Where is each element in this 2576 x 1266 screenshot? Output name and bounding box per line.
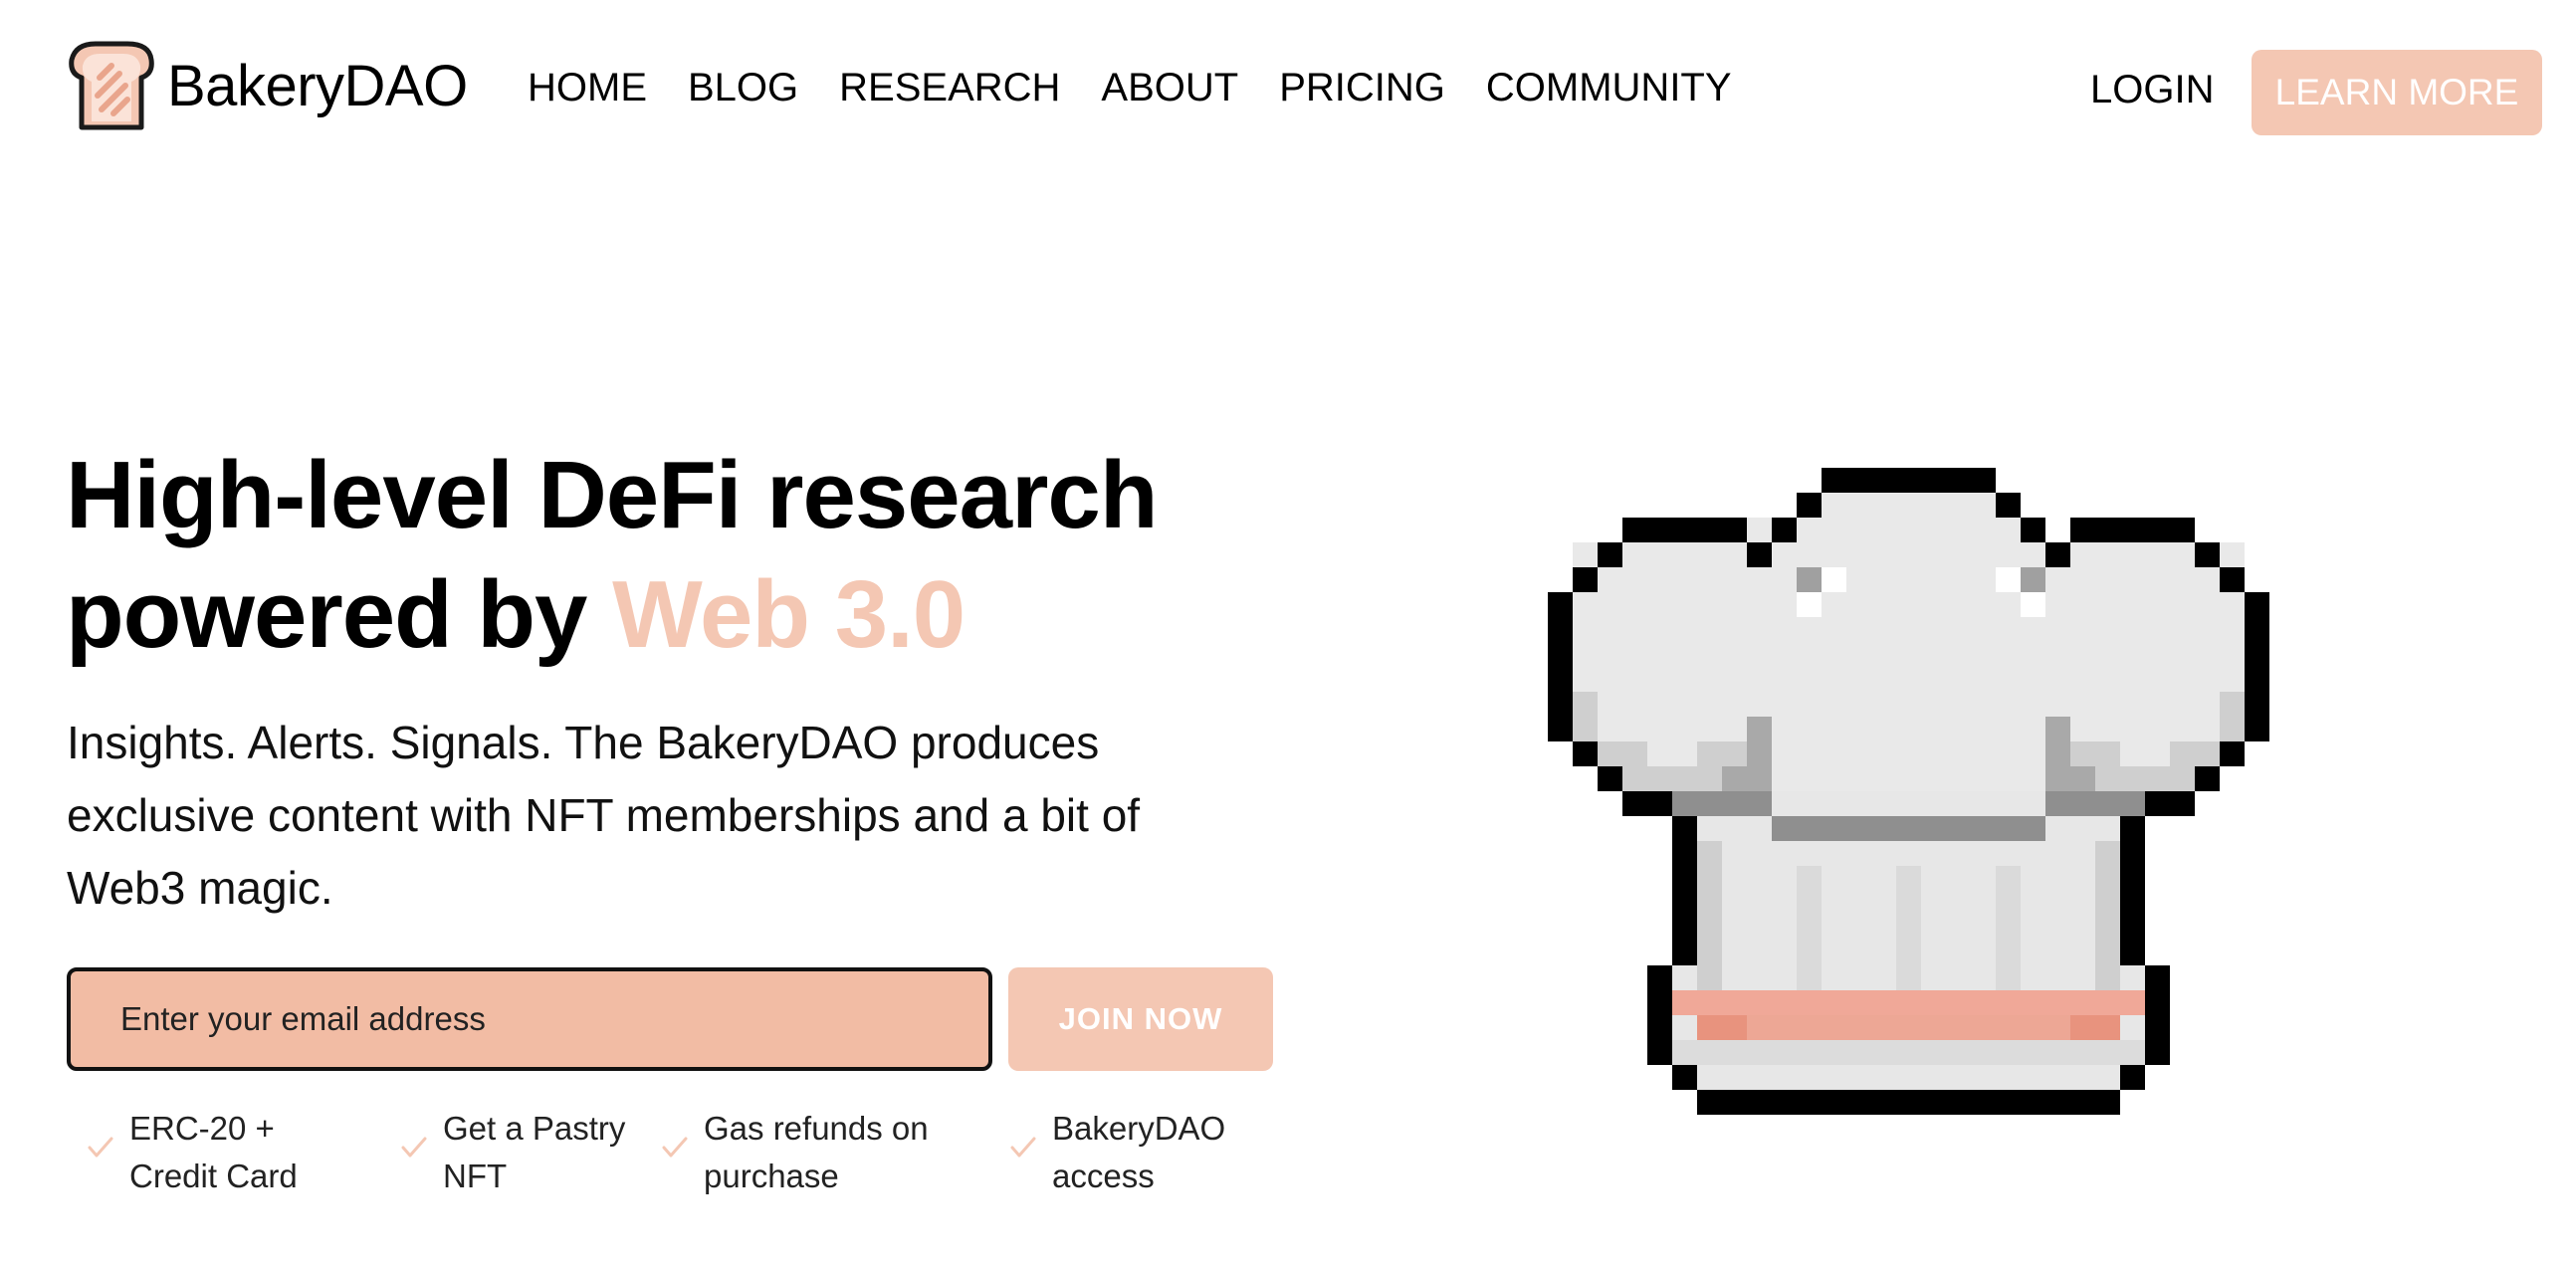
hero-subtitle: Insights. Alerts. Signals. The BakeryDAO… [67, 717, 1141, 914]
headline-line2: powered by [66, 561, 613, 668]
headline-line1: High-level DeFi research [66, 442, 1158, 548]
brand-name: BakeryDAO [167, 53, 468, 118]
nav-about[interactable]: ABOUT [1101, 66, 1238, 110]
check-icon [401, 1137, 427, 1158]
check-icon [88, 1137, 113, 1158]
brand-logo[interactable]: BakeryDAO [68, 38, 468, 133]
nav-research[interactable]: RESEARCH [839, 66, 1060, 110]
feature-label: BakeryDAO access [1052, 1110, 1226, 1194]
hat-top [1548, 468, 2269, 816]
learn-more-button[interactable]: LEARN MORE [2252, 50, 2542, 135]
toast-icon [69, 41, 154, 130]
email-input[interactable]: Enter your email address [67, 967, 992, 1071]
nav-blog[interactable]: BLOG [688, 66, 798, 110]
chef-hat-illustration [1548, 468, 2269, 1115]
hero-headline: High-level DeFi research powered by Web … [66, 436, 1158, 675]
site-header: BakeryDAO HOME BLOG RESEARCH ABOUT PRICI… [0, 0, 2576, 189]
feature-label: ERC-20 + Credit Card [129, 1110, 298, 1194]
feature-item: BakeryDAO access [1010, 1105, 1225, 1200]
nav-pricing[interactable]: PRICING [1279, 66, 1445, 110]
hat-band [1647, 791, 2170, 1115]
feature-item: Gas refunds on purchase [662, 1105, 929, 1200]
feature-label: Get a Pastry NFT [443, 1110, 626, 1194]
feature-label: Gas refunds on purchase [704, 1110, 929, 1194]
main-nav: HOME BLOG RESEARCH ABOUT PRICING COMMUNI… [528, 66, 1773, 110]
login-link[interactable]: LOGIN [2090, 68, 2214, 112]
nav-community[interactable]: COMMUNITY [1486, 66, 1732, 110]
nav-home[interactable]: HOME [528, 66, 647, 110]
feature-item: Get a Pastry NFT [401, 1105, 625, 1200]
feature-item: ERC-20 + Credit Card [88, 1105, 298, 1200]
check-icon [662, 1137, 688, 1158]
join-now-button[interactable]: JOIN NOW [1008, 967, 1273, 1071]
check-icon [1010, 1137, 1036, 1158]
headline-accent: Web 3.0 [612, 561, 966, 668]
